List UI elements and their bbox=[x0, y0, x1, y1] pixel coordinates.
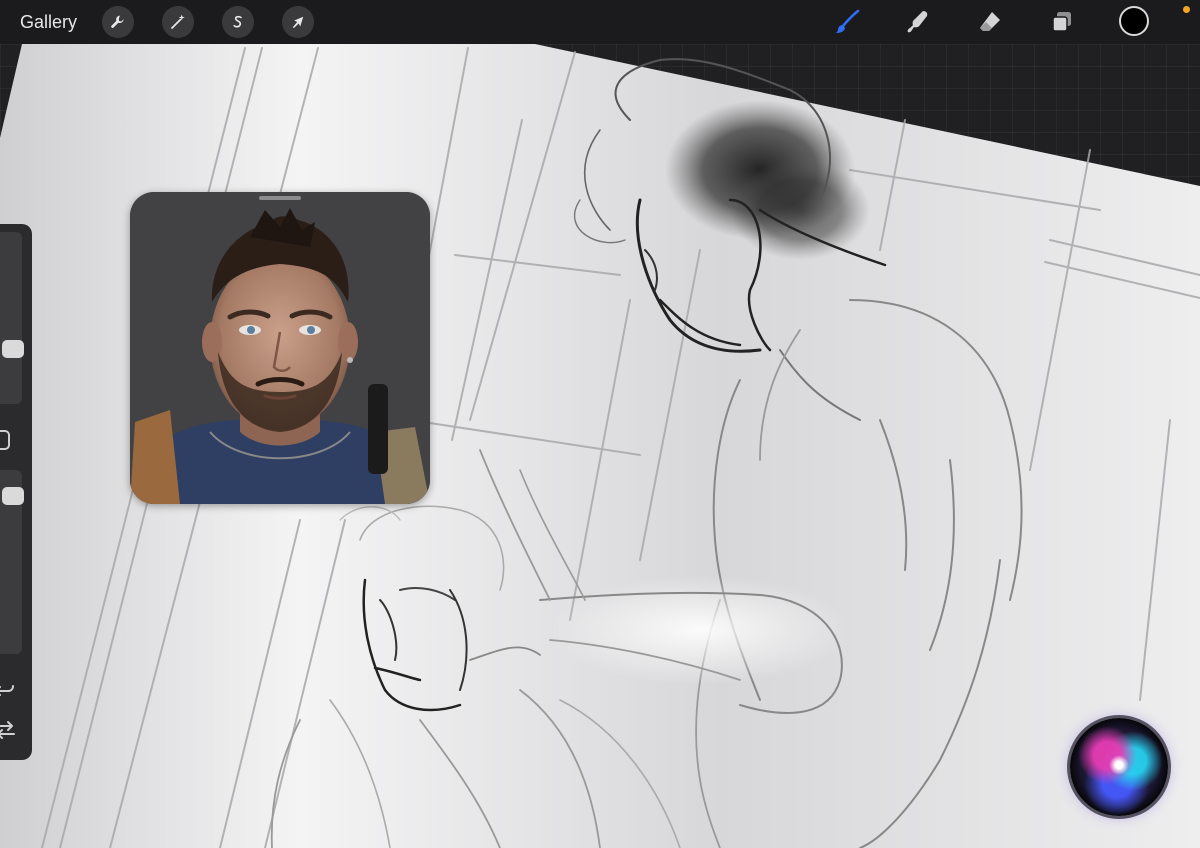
undo-icon[interactable] bbox=[0, 679, 16, 701]
layers-button[interactable] bbox=[1047, 7, 1077, 37]
eraser-button[interactable] bbox=[975, 7, 1005, 37]
arrow-cursor-icon bbox=[292, 16, 304, 28]
wrench-icon bbox=[111, 15, 124, 28]
reference-drag-handle[interactable] bbox=[259, 196, 301, 200]
gallery-button[interactable]: Gallery bbox=[20, 11, 77, 33]
opacity-thumb[interactable] bbox=[2, 487, 24, 505]
actions-button[interactable] bbox=[102, 6, 134, 38]
selection-s-icon bbox=[233, 15, 242, 28]
transform-button[interactable] bbox=[282, 6, 314, 38]
brush-size-thumb[interactable] bbox=[2, 340, 24, 358]
left-sidebar bbox=[0, 224, 32, 760]
layers-icon bbox=[1052, 12, 1071, 32]
selection-button[interactable] bbox=[222, 6, 254, 38]
magic-wand-icon bbox=[171, 14, 185, 29]
redo-icon[interactable] bbox=[0, 719, 16, 741]
eraser-icon bbox=[980, 12, 1000, 31]
procreate-app: Gallery bbox=[0, 0, 1200, 848]
brush-size-slider[interactable] bbox=[0, 232, 24, 404]
brush-icon bbox=[836, 9, 860, 33]
adjustments-button[interactable] bbox=[162, 6, 194, 38]
reference-photo bbox=[130, 192, 430, 504]
status-dot bbox=[1183, 6, 1190, 13]
top-toolbar: Gallery bbox=[0, 0, 1200, 44]
paint-brush-button[interactable] bbox=[832, 7, 862, 37]
reference-window[interactable] bbox=[130, 192, 430, 504]
opacity-slider[interactable] bbox=[0, 470, 24, 654]
color-picker-button[interactable] bbox=[1119, 6, 1149, 36]
modify-square-icon[interactable] bbox=[0, 430, 10, 450]
smudge-button[interactable] bbox=[903, 7, 933, 37]
smudge-finger-icon bbox=[907, 11, 928, 33]
siri-orb-icon[interactable] bbox=[1070, 718, 1168, 816]
